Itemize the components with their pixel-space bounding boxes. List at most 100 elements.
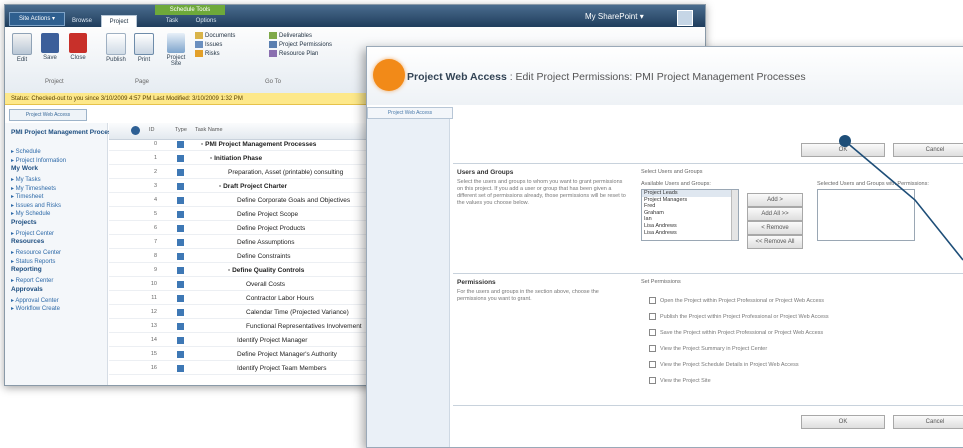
nav-link[interactable]: ▸ My Schedule <box>11 210 50 217</box>
task-name[interactable]: ▫ Initiation Phase <box>210 153 262 164</box>
checkbox[interactable] <box>649 329 656 336</box>
nav-link[interactable]: ▸ Project Center <box>11 230 54 237</box>
issues-link[interactable]: Issues <box>195 41 265 50</box>
permission-option[interactable]: View the Project Schedule Details in Pro… <box>649 361 799 368</box>
permission-option[interactable]: Publish the Project within Project Profe… <box>649 313 829 320</box>
col-id[interactable]: ID <box>149 127 155 133</box>
task-name[interactable]: Overall Costs <box>246 279 285 290</box>
task-type-icon <box>177 281 184 288</box>
ribbon-tab-bar: Schedule Tools Site Actions ▾ Browse Pro… <box>5 5 705 28</box>
nav-heading[interactable]: Projects <box>11 219 37 226</box>
nav-heading[interactable]: Resources <box>11 238 44 245</box>
available-users-list[interactable]: Project Leads Project Managers Fred Graham I… <box>641 189 739 241</box>
nav-link[interactable]: ▸ Status Reports <box>11 258 55 265</box>
permission-option[interactable]: Save the Project within Project Professi… <box>649 329 823 336</box>
list-item[interactable]: Graham <box>642 210 738 217</box>
permission-option[interactable]: Open the Project within Project Professi… <box>649 297 824 304</box>
list-item[interactable]: Ian <box>642 216 738 223</box>
list-item[interactable]: Lisa Andrews <box>642 230 738 237</box>
task-name[interactable]: Define Project Manager's Authority <box>237 349 337 360</box>
nav-link[interactable]: ▸ Project Information <box>11 157 66 164</box>
task-type-icon <box>177 155 184 162</box>
task-name[interactable]: Define Constraints <box>237 251 290 262</box>
col-type[interactable]: Type <box>175 127 187 133</box>
nav-link[interactable]: ▸ Resource Center <box>11 249 61 256</box>
ok-button-bottom[interactable]: OK <box>801 415 885 429</box>
task-name[interactable]: ▫ Draft Project Charter <box>219 181 287 192</box>
task-name[interactable]: Define Project Scope <box>237 209 298 220</box>
nav-heading[interactable]: Reporting <box>11 266 42 273</box>
cancel-button-top[interactable]: Cancel <box>893 143 963 157</box>
users-section-title: Users and Groups <box>457 169 514 176</box>
list-item[interactable]: Lisa Andrews <box>642 223 738 230</box>
risks-link[interactable]: Risks <box>195 50 265 59</box>
task-type-icon <box>177 365 184 372</box>
nav-link[interactable]: ▸ Workflow Create <box>11 305 60 312</box>
print-button[interactable]: Print <box>133 33 155 63</box>
nav-link[interactable]: ▸ Approval Center <box>11 297 59 304</box>
user-menu[interactable]: My SharePoint ▾ <box>585 12 644 21</box>
nav-link[interactable]: ▸ Schedule <box>11 148 41 155</box>
permissions-section-description: For the users and groups in the section … <box>457 289 599 302</box>
remove-button[interactable]: < Remove <box>747 221 803 235</box>
deliverables-icon <box>269 32 277 39</box>
task-name[interactable]: Functional Representatives Involvement <box>246 321 362 332</box>
checkbox[interactable] <box>649 377 656 384</box>
task-name[interactable]: Define Assumptions <box>237 237 294 248</box>
nav-link[interactable]: ▸ Issues and Risks <box>11 202 61 209</box>
project-permissions-link[interactable]: Project Permissions <box>269 41 359 50</box>
avatar[interactable] <box>677 10 693 26</box>
nav-link[interactable]: ▸ My Timesheets <box>11 185 56 192</box>
add-all-button[interactable]: Add All >> <box>747 207 803 221</box>
nav-heading[interactable]: My Work <box>11 165 38 172</box>
row-id: 14 <box>150 337 157 343</box>
nav-link[interactable]: ▸ My Tasks <box>11 176 41 183</box>
permission-option[interactable]: View the Project Summary in Project Cent… <box>649 345 767 352</box>
add-button[interactable]: Add > <box>747 193 803 207</box>
site-actions-menu[interactable]: Site Actions ▾ <box>9 12 65 26</box>
pwa-breadcrumb-tab[interactable]: Project Web Access <box>9 109 87 121</box>
checkbox[interactable] <box>649 313 656 320</box>
col-task-name[interactable]: Task Name <box>195 127 223 133</box>
task-name[interactable]: ▫ Define Quality Controls <box>228 265 304 276</box>
task-name[interactable]: Contractor Labor Hours <box>246 293 314 304</box>
nav-heading[interactable]: PMI Project Management Processes <box>11 129 122 136</box>
resource-plan-link[interactable]: Resource Plan <box>269 50 359 59</box>
tab-options[interactable]: Options <box>189 15 223 27</box>
users-section-description: Select the users and groups to whom you … <box>457 179 626 206</box>
task-name[interactable]: Define Corporate Goals and Objectives <box>237 195 350 206</box>
task-name[interactable]: Preparation, Asset (printable) consultin… <box>228 167 343 178</box>
checkbox[interactable] <box>649 297 656 304</box>
task-name[interactable]: Define Project Products <box>237 223 305 234</box>
row-id: 9 <box>153 267 157 273</box>
checkbox[interactable] <box>649 345 656 352</box>
tab-task[interactable]: Task <box>159 15 185 27</box>
deliverables-link[interactable]: Deliverables <box>269 32 359 41</box>
nav-heading[interactable]: Approvals <box>11 286 43 293</box>
task-name[interactable]: Identify Project Team Members <box>237 363 326 374</box>
scrollbar[interactable] <box>731 190 738 240</box>
cancel-button-bottom[interactable]: Cancel <box>893 415 963 429</box>
project-site-button[interactable]: Project Site <box>165 33 187 67</box>
task-name[interactable]: ▫ PMI Project Management Processes <box>201 139 316 150</box>
pwa-subtab[interactable]: Project Web Access <box>367 107 453 119</box>
remove-all-button[interactable]: << Remove All <box>747 235 803 249</box>
task-name[interactable]: Identify Project Manager <box>237 335 307 346</box>
tab-browse[interactable]: Browse <box>67 15 97 27</box>
checkbox[interactable] <box>649 361 656 368</box>
task-name[interactable]: Calendar Time (Projected Variance) <box>246 307 349 318</box>
list-item[interactable]: Project Leads <box>642 190 738 197</box>
documents-link[interactable]: Documents <box>195 32 265 41</box>
list-item[interactable]: Fred <box>642 203 738 210</box>
permission-option[interactable]: View the Project Site <box>649 377 711 384</box>
row-id: 3 <box>153 183 157 189</box>
close-button[interactable]: Close <box>67 33 89 61</box>
selected-users-list[interactable] <box>817 189 915 241</box>
publish-button[interactable]: Publish <box>105 33 127 63</box>
save-button[interactable]: Save <box>39 33 61 61</box>
edit-button[interactable]: Edit <box>11 33 33 63</box>
list-item[interactable]: Project Managers <box>642 197 738 204</box>
nav-link[interactable]: ▸ Timesheet <box>11 193 43 200</box>
row-id: 0 <box>153 141 157 147</box>
nav-link[interactable]: ▸ Report Center <box>11 277 53 284</box>
